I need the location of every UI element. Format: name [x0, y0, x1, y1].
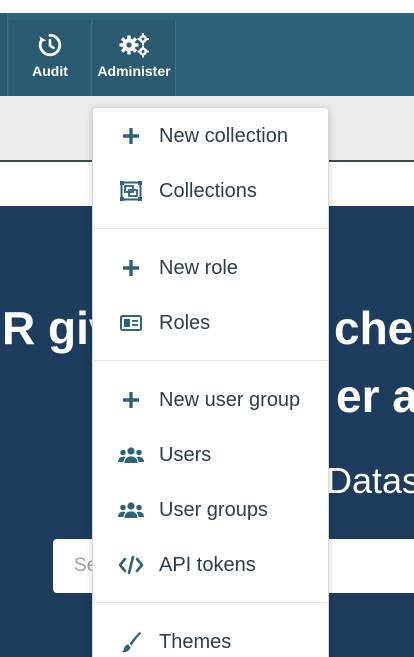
menu-item-label: Roles	[159, 311, 211, 334]
nav-administer-button[interactable]: Administer	[93, 20, 176, 96]
menu-item-new-collection[interactable]: New collection	[93, 109, 328, 163]
menu-item-label: Themes	[159, 630, 232, 653]
administer-dropdown-menu: New collection Collections New role Role…	[92, 107, 329, 657]
menu-item-roles[interactable]: Roles	[93, 296, 328, 350]
menu-item-new-role[interactable]: New role	[93, 241, 328, 295]
menu-item-label: New role	[159, 256, 238, 279]
id-card-icon	[118, 310, 144, 336]
history-icon	[37, 31, 63, 59]
navbar-left-item-edge[interactable]	[0, 13, 8, 96]
users-icon	[118, 442, 144, 468]
brush-icon	[118, 629, 144, 655]
menu-item-themes[interactable]: Themes	[93, 615, 328, 657]
menu-item-user-groups[interactable]: User groups	[93, 483, 328, 537]
menu-item-label: Users	[159, 443, 212, 466]
menu-item-collections[interactable]: Collections	[93, 164, 328, 218]
hero-subtitle: Datas	[326, 460, 414, 501]
menu-item-label: Collections	[159, 179, 257, 202]
plus-icon	[118, 123, 144, 149]
hero-search-placeholder: Se	[74, 555, 94, 576]
menu-item-api-tokens[interactable]: API tokens	[93, 538, 328, 592]
menu-item-label: New collection	[159, 124, 288, 147]
nav-administer-label: Administer	[97, 63, 171, 79]
menu-item-label: User groups	[159, 498, 268, 521]
hero-title-line2: er ar	[336, 370, 414, 422]
collections-icon	[118, 178, 144, 204]
plus-icon	[118, 387, 144, 413]
code-icon	[118, 552, 144, 578]
menu-divider	[93, 602, 328, 603]
menu-item-users[interactable]: Users	[93, 428, 328, 482]
hero-title-line1-right: cher	[334, 302, 414, 354]
plus-icon	[118, 255, 144, 281]
gears-icon	[118, 31, 150, 59]
menu-item-label: New user group	[159, 388, 301, 411]
top-strip	[0, 0, 414, 13]
nav-audit-label: Audit	[32, 63, 68, 79]
users-icon	[118, 497, 144, 523]
menu-item-label: API tokens	[159, 553, 256, 576]
menu-item-new-user-group[interactable]: New user group	[93, 373, 328, 427]
menu-divider	[93, 360, 328, 361]
menu-divider	[93, 228, 328, 229]
nav-audit-button[interactable]: Audit	[9, 20, 92, 96]
